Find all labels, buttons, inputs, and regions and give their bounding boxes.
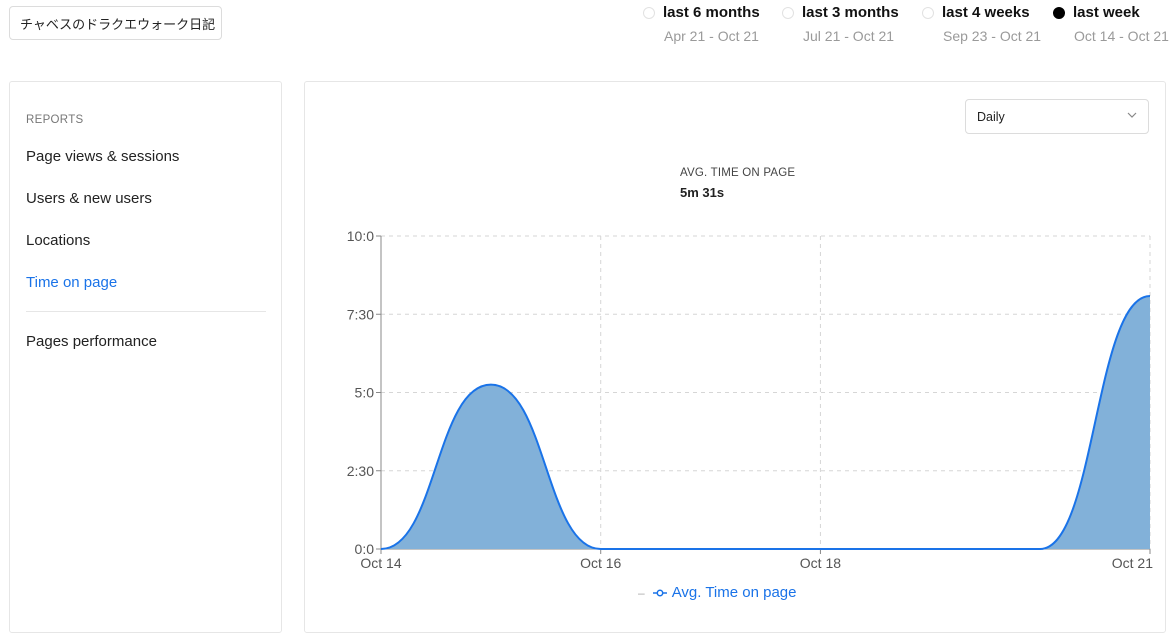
sidebar-divider [26, 311, 266, 312]
range-dates: Oct 14 - Oct 21 [1074, 28, 1169, 44]
y-tick-label: 7:30 [347, 306, 374, 322]
range-option-last-3-months[interactable]: last 3 months Jul 21 - Oct 21 [782, 4, 899, 44]
y-tick-label: 10:0 [347, 228, 374, 244]
y-tick-label: 5:0 [355, 385, 375, 401]
radio-selected-icon[interactable] [1053, 6, 1065, 19]
sidebar-item-users-new-users[interactable]: Users & new users [26, 190, 152, 207]
range-option-last-4-weeks[interactable]: last 4 weeks Sep 23 - Oct 21 [922, 4, 1041, 44]
range-option-last-week[interactable]: last week Oct 14 - Oct 21 [1053, 4, 1169, 44]
radio-icon[interactable] [782, 6, 794, 19]
sidebar-item-locations[interactable]: Locations [26, 232, 90, 249]
range-dates: Apr 21 - Oct 21 [664, 28, 759, 44]
x-tick-label: Oct 21 [1112, 555, 1153, 571]
report-panel: Daily AVG. TIME ON PAGE 5m 31s 0:0 2:30 5:… [304, 81, 1166, 633]
legend-separator: – [638, 585, 645, 600]
range-label: last 3 months [802, 4, 899, 21]
date-range-options: last 6 months Apr 21 - Oct 21 last 3 mon… [0, 4, 1172, 52]
reports-sidebar: REPORTS Page views & sessions Users & ne… [9, 81, 282, 633]
sidebar-item-time-on-page[interactable]: Time on page [26, 274, 117, 291]
radio-icon[interactable] [643, 6, 655, 19]
chart-legend[interactable]: – Avg. Time on page [638, 584, 797, 601]
x-tick-label: Oct 18 [800, 555, 841, 571]
range-option-last-6-months[interactable]: last 6 months Apr 21 - Oct 21 [643, 4, 760, 44]
range-label: last 4 weeks [942, 4, 1030, 21]
radio-icon[interactable] [922, 6, 934, 19]
y-tick-label: 2:30 [347, 463, 374, 479]
sidebar-item-pages-performance[interactable]: Pages performance [26, 333, 157, 350]
legend-label: Avg. Time on page [671, 584, 797, 601]
legend-line-marker-icon [652, 589, 667, 596]
sidebar-heading: REPORTS [26, 114, 84, 126]
x-tick-label: Oct 14 [360, 555, 401, 571]
time-on-page-chart: 0:02:305:07:3010:0 Oct 14 Oct 16 Oct 18 Oct… [347, 228, 1153, 571]
y-axis: 0:02:305:07:3010:0 [347, 228, 382, 557]
range-dates: Sep 23 - Oct 21 [943, 28, 1042, 44]
x-tick-label: Oct 16 [580, 555, 621, 571]
range-dates: Jul 21 - Oct 21 [803, 28, 895, 44]
range-label: last week [1073, 4, 1140, 21]
x-axis: Oct 14 Oct 16 Oct 18 Oct 21 [360, 548, 1153, 571]
range-label: last 6 months [663, 4, 760, 21]
sidebar-item-page-views-sessions[interactable]: Page views & sessions [26, 148, 179, 165]
series-area [381, 295, 1150, 549]
